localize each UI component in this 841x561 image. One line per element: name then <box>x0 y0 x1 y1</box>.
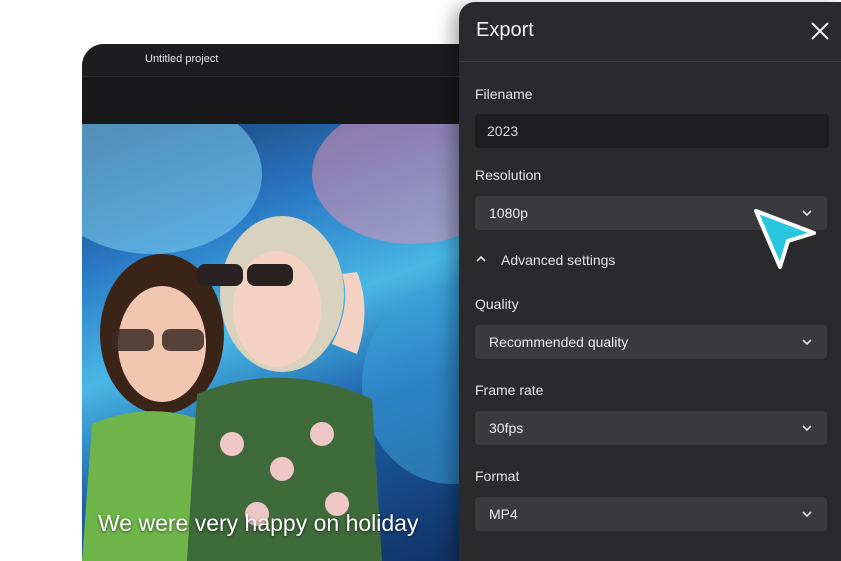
format-label: Format <box>475 468 520 484</box>
quality-value: Recommended quality <box>489 334 629 350</box>
chevron-down-icon <box>802 425 812 432</box>
preview-illustration <box>82 216 382 561</box>
resolution-label: Resolution <box>475 167 542 183</box>
project-title: Untitled project <box>145 53 219 65</box>
close-icon <box>811 22 829 40</box>
advanced-settings-label: Advanced settings <box>501 252 616 268</box>
close-button[interactable] <box>805 16 835 46</box>
cursor-arrow-icon <box>754 209 816 269</box>
frame-rate-select[interactable]: 30fps <box>475 411 827 445</box>
editor-toolbar <box>82 78 502 124</box>
export-title: Export <box>476 19 534 41</box>
advanced-settings-toggle[interactable]: Advanced settings <box>475 251 675 271</box>
resolution-value: 1080p <box>489 205 528 221</box>
quality-select[interactable]: Recommended quality <box>475 325 827 359</box>
video-caption: We were very happy on holiday <box>98 510 419 536</box>
export-panel: Export Filename Resolution 1080p Advance… <box>459 2 841 561</box>
chevron-down-icon <box>802 339 812 346</box>
frame-rate-label: Frame rate <box>475 382 544 398</box>
chevron-down-icon <box>802 511 812 518</box>
chevron-up-icon <box>476 255 486 262</box>
editor-window: Untitled project We were very happy on h… <box>82 44 502 561</box>
editor-titlebar: Untitled project <box>82 44 502 77</box>
export-panel-header: Export <box>459 2 841 62</box>
video-preview[interactable]: We were very happy on holiday <box>82 124 502 561</box>
frame-rate-value: 30fps <box>489 420 524 436</box>
quality-label: Quality <box>475 296 519 312</box>
format-value: MP4 <box>489 506 518 522</box>
format-select[interactable]: MP4 <box>475 497 827 531</box>
filename-input[interactable] <box>475 114 829 148</box>
filename-label: Filename <box>475 86 533 102</box>
